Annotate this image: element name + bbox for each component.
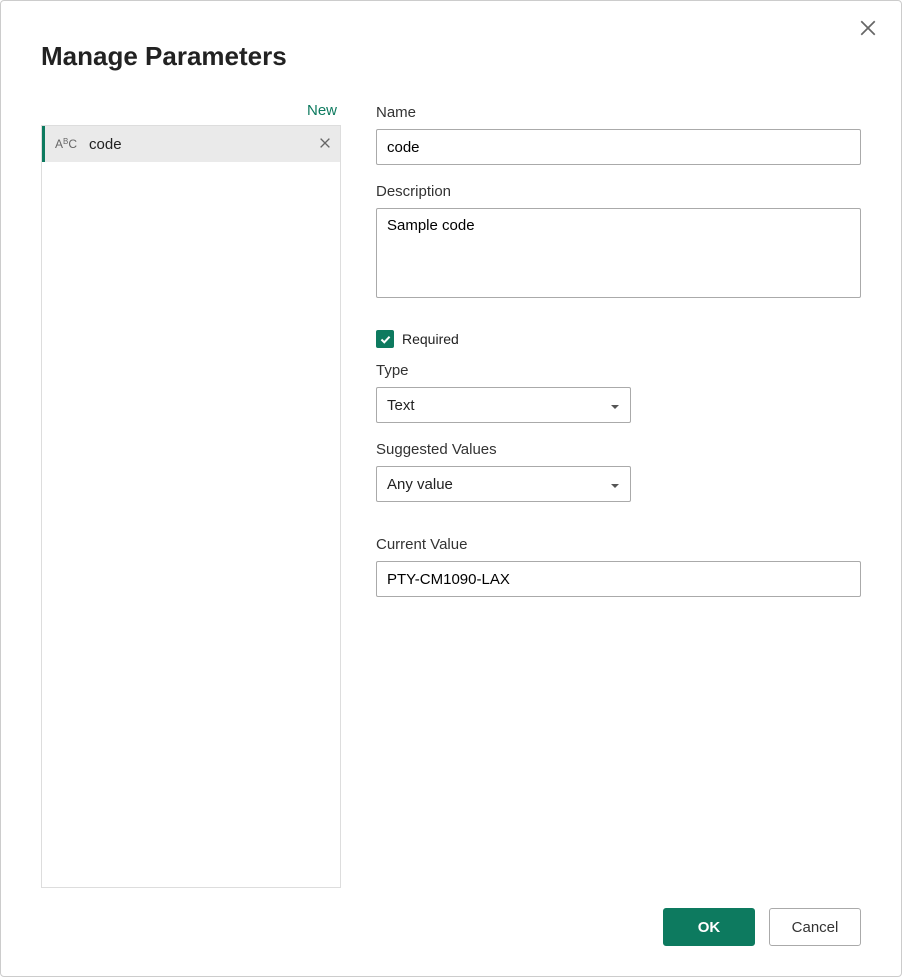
required-row: Required [376,330,861,348]
current-value-label: Current Value [376,536,861,553]
parameters-panel: New ABC code [41,102,341,888]
type-value: Text [387,397,415,414]
type-label: Type [376,362,861,379]
current-value-input[interactable] [376,561,861,597]
manage-parameters-dialog: Manage Parameters New ABC code Name Desc… [0,0,902,977]
delete-parameter-button[interactable] [318,136,332,153]
ok-button[interactable]: OK [663,908,755,946]
delete-icon [318,136,332,150]
description-input[interactable]: Sample code [376,208,861,298]
parameter-form: Name Description Sample code Required Ty… [376,102,861,888]
chevron-down-icon [610,397,620,413]
suggested-values-label: Suggested Values [376,441,861,458]
suggested-values-dropdown[interactable]: Any value [376,466,631,502]
close-button[interactable] [859,19,879,39]
dialog-content: New ABC code Name Description Sample cod… [41,102,861,888]
name-label: Name [376,104,861,121]
dialog-footer: OK Cancel [41,908,861,946]
cancel-button[interactable]: Cancel [769,908,861,946]
chevron-down-icon [610,476,620,492]
parameter-list: ABC code [41,125,341,888]
new-parameter-link[interactable]: New [41,102,341,119]
required-checkbox[interactable] [376,330,394,348]
name-input[interactable] [376,129,861,165]
suggested-value: Any value [387,476,453,493]
text-type-icon: ABC [55,137,77,151]
dialog-title: Manage Parameters [41,41,861,72]
required-label: Required [402,331,459,347]
description-label: Description [376,183,861,200]
parameter-name: code [89,136,318,153]
check-icon [379,333,392,346]
parameter-item[interactable]: ABC code [42,126,340,162]
type-dropdown[interactable]: Text [376,387,631,423]
close-icon [859,19,877,37]
